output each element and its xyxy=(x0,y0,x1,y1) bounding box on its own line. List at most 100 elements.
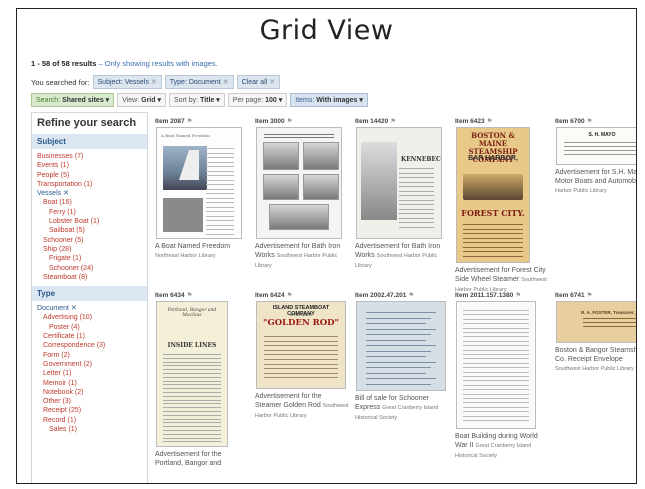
item-thumbnail[interactable]: Portland, Bangor and Machias INSIDE LINES xyxy=(156,301,228,447)
facet-item[interactable]: Transportation (1) xyxy=(37,180,147,189)
clear-all-button[interactable]: Clear all ✕ xyxy=(236,75,281,89)
text-line xyxy=(162,354,222,355)
type-facet-list: Document ✕ Advertising (10) Poster (4) Cert… xyxy=(32,304,147,434)
close-icon[interactable]: ✕ xyxy=(151,79,157,86)
result-card[interactable]: Item 6434 ⚑ Portland, Bangor and Machias IN… xyxy=(155,291,250,467)
facet-item[interactable]: Other (3) xyxy=(37,397,147,406)
item-id[interactable]: Item 6424 ⚑ xyxy=(255,291,350,299)
result-card[interactable]: Item 6700 ⚑ S. H. MAYO Advertisement for S.… xyxy=(555,117,636,194)
per-page-dropdown[interactable]: Per page: 100 ▾ xyxy=(227,93,288,107)
results-note[interactable]: – Only showing results with images. xyxy=(99,59,218,68)
result-card[interactable]: Item 3000 ⚑ Advertisement for Bath Iron Wo… xyxy=(255,117,350,269)
text-line xyxy=(162,422,222,424)
facet-head-type[interactable]: Type xyxy=(32,286,147,302)
flag-icon[interactable]: ⚑ xyxy=(287,292,293,299)
items-filter-dropdown[interactable]: Items: With images ▾ xyxy=(290,93,368,107)
facet-item[interactable]: Ferry (1) xyxy=(37,208,147,217)
facet-item[interactable]: Advertising (10) xyxy=(37,313,147,322)
facet-item[interactable]: Vessels ✕ xyxy=(37,189,147,198)
flag-icon[interactable]: ⚑ xyxy=(408,292,414,299)
flag-icon[interactable]: ⚑ xyxy=(515,292,521,299)
facet-head-subject[interactable]: Subject xyxy=(32,134,147,149)
ship-photo xyxy=(303,174,339,200)
facet-item[interactable]: Form (2) xyxy=(37,351,147,360)
facet-item[interactable]: Businesses (7) xyxy=(37,152,147,161)
flag-icon[interactable]: ⚑ xyxy=(390,118,396,125)
facet-item[interactable]: Sales (1) xyxy=(37,425,147,434)
text-line xyxy=(162,430,222,431)
item-id[interactable]: Item 2011.157.1380 ⚑ xyxy=(455,291,550,299)
item-id-text: Item 2002.47.201 xyxy=(355,292,407,299)
facet-item[interactable]: Schooner (24) xyxy=(37,264,147,273)
text-line xyxy=(463,402,529,404)
item-thumbnail[interactable]: R. A. FOSTER, Treasurer, xyxy=(556,301,636,343)
result-card[interactable]: Item 6424 ⚑ ISLAND STEAMBOAT COMPANY STEAME… xyxy=(255,291,350,419)
facet-item[interactable]: Correspondence (3) xyxy=(37,341,147,350)
sort-prefix: Sort by: xyxy=(173,97,199,104)
facet-item[interactable]: People (5) xyxy=(37,171,147,180)
facet-item[interactable]: Boat (16) xyxy=(37,198,147,207)
text-line xyxy=(399,195,435,196)
close-icon: ✕ xyxy=(269,79,276,86)
flag-icon[interactable]: ⚑ xyxy=(187,118,193,125)
item-id[interactable]: Item 6700 ⚑ xyxy=(555,117,636,125)
facet-item[interactable]: Lobster Boat (1) xyxy=(37,217,147,226)
facet-item[interactable]: Schooner (5) xyxy=(37,236,147,245)
facet-item[interactable]: Ship (28) xyxy=(37,245,147,254)
chip-subject[interactable]: Subject: Vessels ✕ xyxy=(92,75,162,89)
item-title[interactable]: A Boat Named Freedom xyxy=(155,243,230,250)
text-line xyxy=(399,181,435,183)
facet-item[interactable]: Events (1) xyxy=(37,161,147,170)
result-card[interactable]: Item 14420 ⚑ KENNEBEC Advertisement for Bat… xyxy=(355,117,450,269)
item-id[interactable]: Item 2087 ⚑ xyxy=(155,117,250,125)
item-id[interactable]: Item 6741 ⚑ xyxy=(555,291,636,299)
item-thumbnail[interactable]: S. H. MAYO xyxy=(556,127,636,165)
item-thumbnail[interactable] xyxy=(456,301,536,429)
flag-icon[interactable]: ⚑ xyxy=(587,118,593,125)
view-dropdown[interactable]: View: Grid ▾ xyxy=(117,93,166,107)
result-card[interactable]: Item 6423 ⚑ BOSTON & MAINE STEAMSHIP COMPA… xyxy=(455,117,550,293)
facet-item[interactable]: Frigate (1) xyxy=(37,254,147,263)
result-card[interactable]: Item 6741 ⚑ R. A. FOSTER, Treasurer, Boston… xyxy=(555,291,636,372)
item-thumbnail[interactable] xyxy=(256,127,342,239)
sort-dropdown[interactable]: Sort by: Title ▾ xyxy=(168,93,225,107)
result-card[interactable]: Item 2011.157.1380 ⚑ Boat Building during … xyxy=(455,291,550,459)
facet-item[interactable]: Government (2) xyxy=(37,360,147,369)
item-title[interactable]: Advertisement for the Portland, Bangor a… xyxy=(155,451,222,467)
flag-icon[interactable]: ⚑ xyxy=(487,118,493,125)
item-id[interactable]: Item 6434 ⚑ xyxy=(155,291,250,299)
text-line xyxy=(205,193,235,194)
result-card[interactable]: Item 2002.47.201 ⚑ Bill of sale for Schoon… xyxy=(355,291,450,421)
facet-item[interactable]: Steamboat (8) xyxy=(37,273,147,282)
item-title[interactable]: Boston & Bangor Steamship Co. Receipt En… xyxy=(555,347,636,363)
item-id[interactable]: Item 2002.47.201 ⚑ xyxy=(355,291,450,299)
text-line xyxy=(205,211,235,212)
facet-item[interactable]: Notebook (2) xyxy=(37,388,147,397)
flag-icon[interactable]: ⚑ xyxy=(287,118,293,125)
search-scope-dropdown[interactable]: Search: Shared sites ▾ xyxy=(31,93,115,107)
item-id[interactable]: Item 3000 ⚑ xyxy=(255,117,350,125)
chip-type[interactable]: Type: Document ✕ xyxy=(164,75,234,89)
facet-item[interactable]: Letter (1) xyxy=(37,369,147,378)
item-id[interactable]: Item 14420 ⚑ xyxy=(355,117,450,125)
flag-icon[interactable]: ⚑ xyxy=(587,292,593,299)
facet-item[interactable]: Document ✕ xyxy=(37,304,147,313)
facet-item[interactable]: Receipt (25) xyxy=(37,406,147,415)
facet-item[interactable]: Record (1) xyxy=(37,416,147,425)
handwriting-line xyxy=(365,361,437,363)
facet-item[interactable]: Sailboat (5) xyxy=(37,226,147,235)
result-card[interactable]: Item 2087 ⚑ A Boat Named Freedom A Boat Nam… xyxy=(155,117,250,259)
facet-item[interactable]: Memoir (1) xyxy=(37,379,147,388)
item-thumbnail[interactable]: A Boat Named Freedom xyxy=(156,127,242,239)
facet-item[interactable]: Poster (4) xyxy=(37,323,147,332)
item-title[interactable]: Advertisement for S.H. Mayo Motor Boats … xyxy=(555,169,636,185)
item-thumbnail[interactable]: KENNEBEC xyxy=(356,127,442,239)
item-id[interactable]: Item 6423 ⚑ xyxy=(455,117,550,125)
item-thumbnail[interactable]: BOSTON & MAINE STEAMSHIP COMPANY BAR HARB… xyxy=(456,127,530,263)
item-thumbnail[interactable] xyxy=(356,301,446,391)
close-icon[interactable]: ✕ xyxy=(223,79,229,86)
facet-item[interactable]: Certificate (1) xyxy=(37,332,147,341)
item-title[interactable]: Advertisement for the Steamer Golden Rod xyxy=(255,393,322,409)
flag-icon[interactable]: ⚑ xyxy=(187,292,193,299)
item-thumbnail[interactable]: ISLAND STEAMBOAT COMPANY STEAMER "GOLDEN R… xyxy=(256,301,346,389)
